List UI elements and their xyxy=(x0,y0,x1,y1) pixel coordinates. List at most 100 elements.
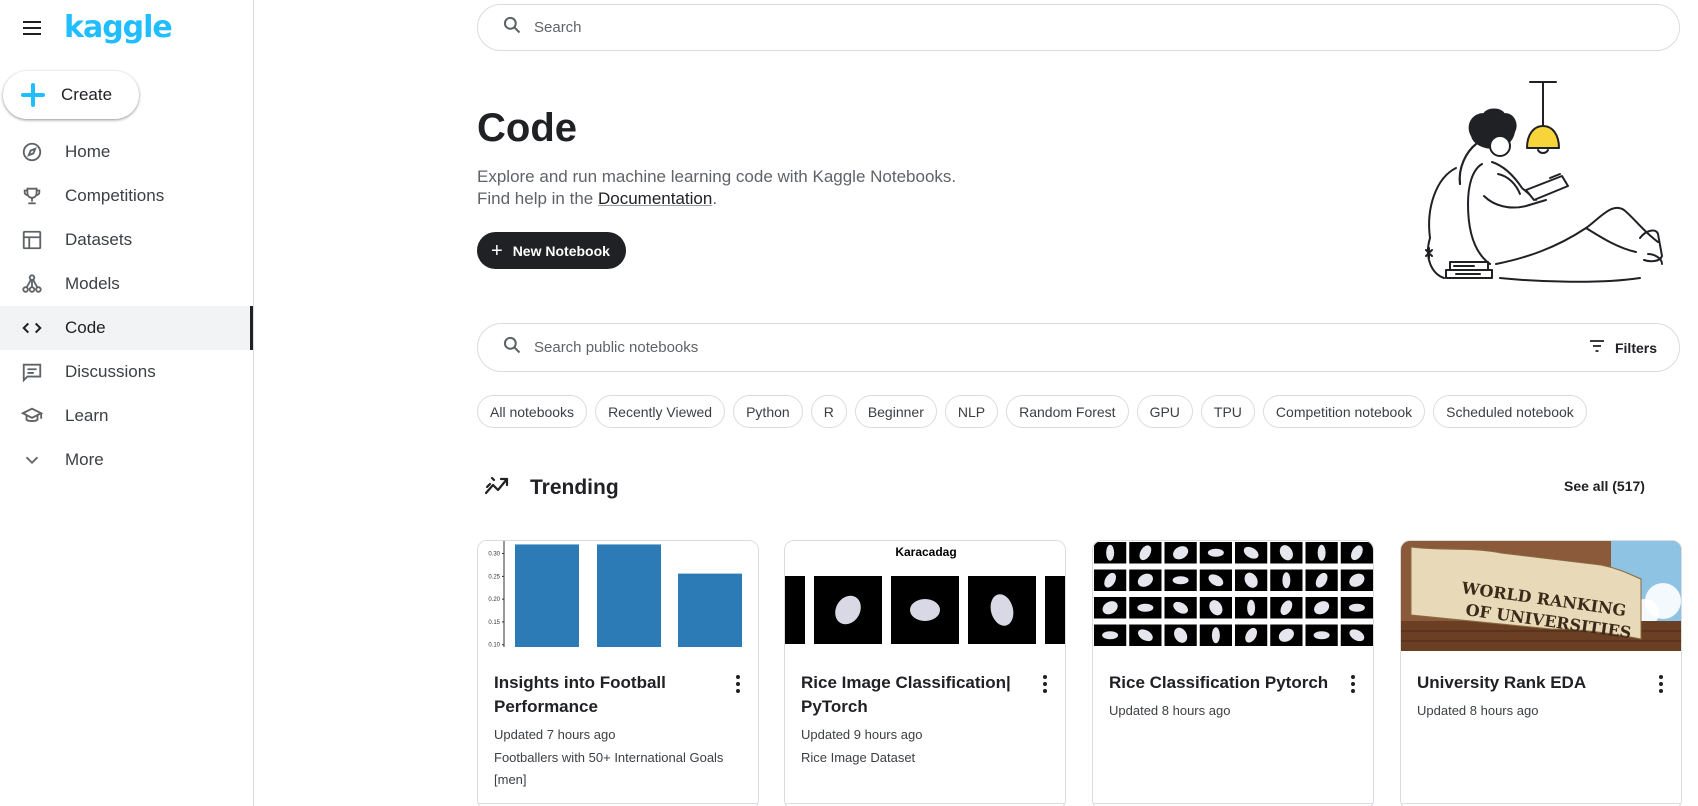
card-updated: Updated 7 hours ago xyxy=(494,727,616,742)
rice-grain xyxy=(1137,603,1154,612)
site-search[interactable]: Search xyxy=(477,4,1680,51)
sidebar-item-label: Competitions xyxy=(65,186,165,205)
sidebar-item-more[interactable]: More xyxy=(0,438,253,482)
rice-grain xyxy=(1247,599,1256,616)
sidebar-item-competitions[interactable]: Competitions xyxy=(0,174,253,218)
card-thumbnail xyxy=(1093,541,1373,651)
card-body: Rice Image Classification| PyTorch Updat… xyxy=(785,651,1065,769)
chip-all-notebooks[interactable]: All notebooks xyxy=(477,395,588,428)
filters-label: Filters xyxy=(1614,339,1657,356)
sidebar-item-learn[interactable]: Learn xyxy=(0,394,253,438)
description-line-1: Explore and run machine learning code wi… xyxy=(477,167,957,186)
chip-beginner[interactable]: Beginner xyxy=(854,395,937,428)
sidebar-item-label: Models xyxy=(65,274,120,293)
chip-scheduled-notebook[interactable]: Scheduled notebook xyxy=(1433,395,1587,428)
chart-tick-label: 0.30 xyxy=(488,552,500,558)
card-updated: Updated 9 hours ago xyxy=(801,727,923,742)
card-updated: Updated 8 hours ago xyxy=(1417,703,1539,718)
hero-illustration xyxy=(1400,78,1675,293)
rice-grid-thumbnail xyxy=(1093,541,1373,651)
card-title[interactable]: University Rank EDA xyxy=(1417,671,1665,695)
page-title: Code xyxy=(477,106,577,150)
create-button-label: Create xyxy=(61,85,113,104)
bar-chart-thumbnail: 0.30 0.25 0.20 0.15 0.10 xyxy=(488,541,742,649)
code-icon xyxy=(20,316,44,340)
chart-tick-label: 0.25 xyxy=(488,574,500,580)
rice-grain xyxy=(1313,631,1330,640)
chip-r[interactable]: R xyxy=(810,395,847,428)
sidebar-item-home[interactable]: Home xyxy=(0,130,253,174)
card-title[interactable]: Insights into Football Performance xyxy=(494,671,742,719)
chip-python[interactable]: Python xyxy=(733,395,803,428)
trending-icon xyxy=(484,474,510,501)
sidebar-item-label: Learn xyxy=(65,406,109,425)
more-vert-icon[interactable] xyxy=(730,675,746,695)
notebook-card[interactable]: Rice Classification Pytorch Updated 8 ho… xyxy=(1092,540,1374,806)
school-icon xyxy=(20,404,44,428)
card-thumbnail: 0.30 0.25 0.20 0.15 0.10 xyxy=(478,541,758,651)
chip-tpu[interactable]: TPU xyxy=(1200,395,1255,428)
plus-icon: + xyxy=(491,239,503,262)
card-title[interactable]: Rice Classification Pytorch xyxy=(1109,671,1357,695)
new-notebook-button[interactable]: + New Notebook xyxy=(477,232,626,269)
sidebar-item-code[interactable]: Code xyxy=(0,306,253,350)
documentation-link[interactable]: Documentation xyxy=(598,189,712,208)
filters-button[interactable]: Filters xyxy=(1589,324,1657,371)
notebook-search-input[interactable]: Search public notebooks xyxy=(534,339,698,356)
sidebar-item-label: Code xyxy=(65,318,106,337)
rice-grain xyxy=(1172,576,1189,585)
page-description: Explore and run machine learning code wi… xyxy=(477,166,956,210)
create-button[interactable]: Create xyxy=(3,71,139,119)
card-title[interactable]: Rice Image Classification| PyTorch xyxy=(801,671,1049,719)
more-vert-icon[interactable] xyxy=(1653,675,1669,695)
chip-competition-notebook[interactable]: Competition notebook xyxy=(1262,395,1426,428)
sidebar-item-datasets[interactable]: Datasets xyxy=(0,218,253,262)
rice-grains-thumbnail: Karacadag xyxy=(785,545,1065,644)
chart-bar xyxy=(678,573,742,647)
chip-nlp[interactable]: NLP xyxy=(944,395,999,428)
notebook-search[interactable]: Search public notebooks Filters xyxy=(477,323,1680,372)
sidebar-item-label: Home xyxy=(65,142,111,161)
notebook-card[interactable]: 0.30 0.25 0.20 0.15 0.10 Insights into Footb… xyxy=(477,540,759,806)
chart-bar xyxy=(597,544,661,647)
card-updated: Updated 8 hours ago xyxy=(1109,703,1231,718)
card-body: University Rank EDA Updated 8 hours ago xyxy=(1401,651,1681,721)
notebook-card[interactable]: WORLD RANKING OF UNIVERSITIES University… xyxy=(1400,540,1682,806)
see-all-link[interactable]: See all (517) xyxy=(1564,478,1645,494)
rice-grain xyxy=(1317,544,1326,561)
trending-title: Trending xyxy=(530,475,619,499)
chart-tick-label: 0.10 xyxy=(488,643,500,649)
notebook-card[interactable]: Karacadag Rice Image Classification| PyT… xyxy=(784,540,1066,806)
thumb-title: Karacadag xyxy=(895,545,956,559)
rice-grain xyxy=(1207,548,1224,557)
more-vert-icon[interactable] xyxy=(1345,675,1361,695)
sidebar: kaggle Create Home Competitions Datasets xyxy=(0,0,254,806)
rice-grain xyxy=(1282,572,1291,589)
chip-gpu[interactable]: GPU xyxy=(1136,395,1193,428)
kaggle-logo[interactable]: kaggle xyxy=(64,12,173,44)
comment-icon xyxy=(20,360,44,384)
chart-tick-label: 0.15 xyxy=(488,620,500,626)
chip-random-forest[interactable]: Random Forest xyxy=(1006,395,1129,428)
search-input[interactable]: Search xyxy=(534,19,582,36)
chart-bar xyxy=(515,544,579,647)
search-icon xyxy=(502,15,522,40)
more-vert-icon[interactable] xyxy=(1037,675,1053,695)
sidebar-item-label: Discussions xyxy=(65,362,156,381)
sidebar-header: kaggle xyxy=(20,12,173,44)
card-source[interactable]: Rice Image Dataset xyxy=(801,747,1049,769)
card-source[interactable]: Footballers with 50+ International Goals… xyxy=(494,747,742,791)
sidebar-item-models[interactable]: Models xyxy=(0,262,253,306)
card-thumbnail: Karacadag xyxy=(785,541,1065,651)
chip-recently-viewed[interactable]: Recently Viewed xyxy=(595,395,726,428)
rice-grain xyxy=(1211,627,1220,644)
plus-icon xyxy=(19,81,47,109)
rice-grain xyxy=(1106,544,1115,561)
description-prefix: Find help in the xyxy=(477,189,598,208)
sidebar-item-discussions[interactable]: Discussions xyxy=(0,350,253,394)
search-icon xyxy=(502,335,522,360)
menu-icon[interactable] xyxy=(20,16,44,40)
sidebar-item-label: More xyxy=(65,450,104,469)
filter-icon xyxy=(1589,339,1605,356)
description-suffix: . xyxy=(712,189,718,208)
